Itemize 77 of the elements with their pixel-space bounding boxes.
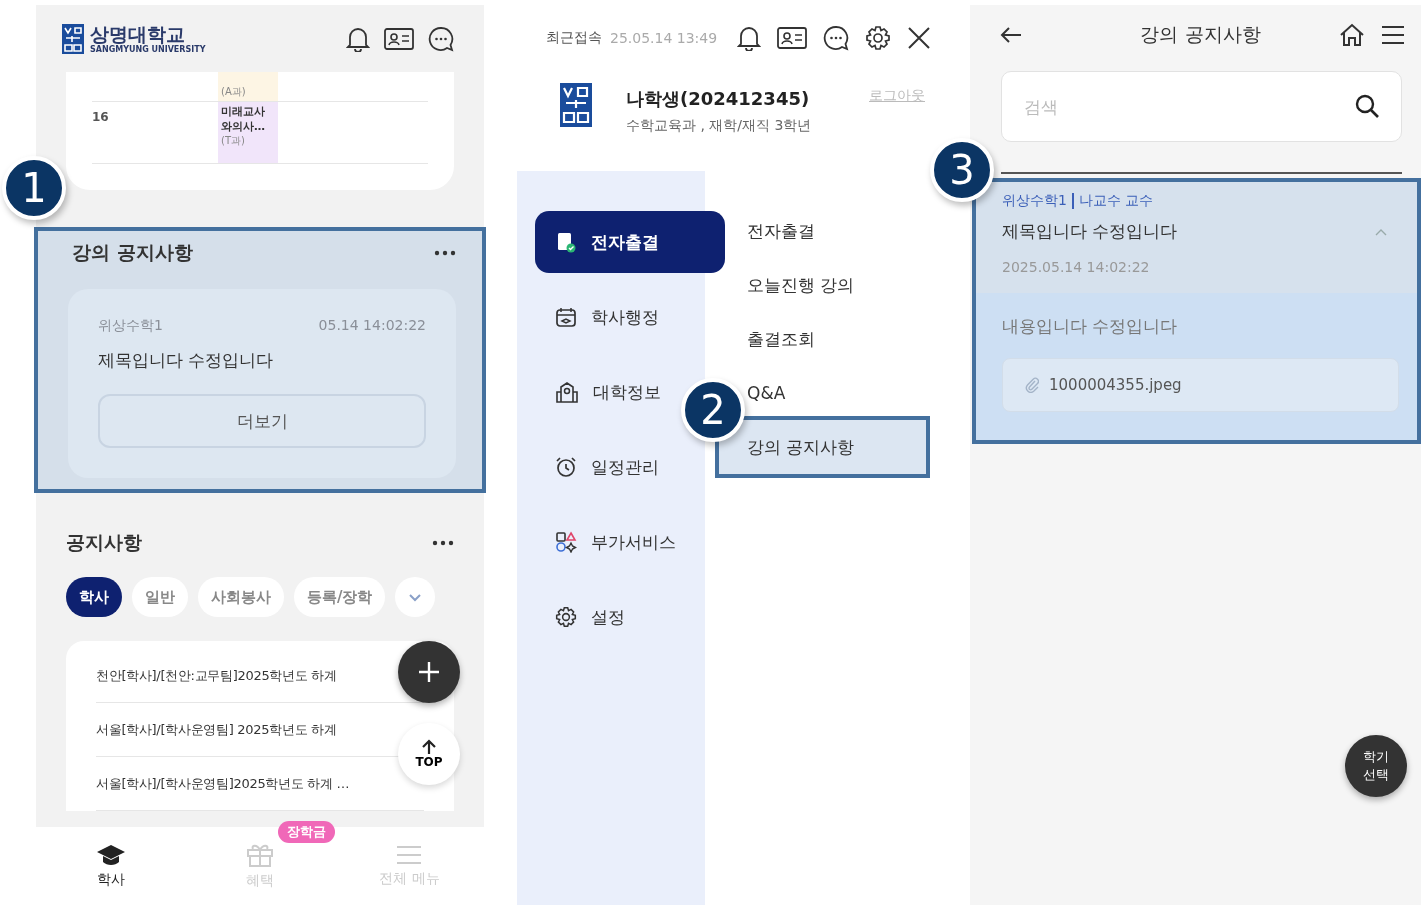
search-field[interactable]: 검색 [1001,71,1402,142]
professor-name: 나교수 교수 [1078,192,1154,210]
notice-title: 제목입니다 수정입니다 [1002,220,1178,243]
menu-icon [395,844,424,866]
add-button[interactable] [398,641,460,703]
submenu-item[interactable]: 출결조회 [747,312,815,366]
notice-body: 내용입니다 수정입니다 [1002,315,1179,338]
more-button[interactable]: 더보기 [98,394,426,448]
bell-icon[interactable] [346,25,370,52]
id-card-icon[interactable] [384,26,414,51]
category-chip[interactable]: 학사 [66,577,122,617]
back-arrow-icon[interactable] [1000,26,1022,44]
logo-title: 상명대학교 [90,22,185,45]
category-chip[interactable]: 등록/장학 [294,577,386,617]
notice-time: 05.14 14:02:22 [318,317,426,335]
arrow-up-icon [421,739,437,755]
menu-category[interactable]: 대학정보 [535,361,661,423]
id-card-icon[interactable] [777,26,807,50]
course-block[interactable]: 미래교사 와의사… (T과) [218,102,278,163]
menu-category[interactable]: 전자출결 [535,211,725,273]
alarm-clock-icon [555,456,577,478]
menu-category[interactable]: 부가서비스 [535,511,676,573]
shapes-icon [555,531,577,553]
category-chip[interactable]: 일반 [132,577,188,617]
menu-category[interactable]: 일정관리 [535,436,659,498]
screen-title: 강의 공지사항 [1139,22,1262,47]
more-icon[interactable] [434,250,456,256]
user-department: 수학교육과 , 재학/재직 3학년 [626,117,812,135]
settings-icon[interactable] [865,25,891,51]
semester-select-button[interactable]: 학기 선택 [1345,735,1407,797]
notice-item[interactable]: 위상수학1 나교수 교수 제목입니다 수정입니다 2025.05.14 14:02:22 내용입니다 수정입니다 1000004355.jpeg [972,178,1421,444]
calendar-icon [555,306,577,328]
course-room: (T과) [221,134,246,148]
university-logo-icon [560,83,592,127]
attachment-link[interactable]: 1000004355.jpeg [1002,358,1399,412]
notice-title[interactable]: 서울[학사]/[학사운영팀]2025학년도 하계 … [96,774,350,793]
submenu-item[interactable]: 전자출결 [747,204,815,258]
notice-subject: 제목입니다 수정입니다 [98,349,275,372]
last-login-time: 25.05.14 13:49 [610,30,718,46]
settings-icon [555,606,577,628]
category-chip[interactable]: 사회봉사 [198,577,284,617]
submenu-item[interactable]: 오늘진행 강의 [747,258,855,312]
plus-icon [417,660,441,684]
chevron-down-icon [408,592,423,602]
menu-category[interactable]: 설정 [535,586,625,648]
course-name: 미래교사 와의사… [221,104,266,134]
notice-card[interactable]: 위상수학1 05.14 14:02:22 제목입니다 수정입니다 더보기 [68,289,456,478]
logo-subtitle: SANGMYUNG UNIVERSITY [90,44,206,55]
user-name: 나학생(202412345) [626,87,811,111]
logo-icon [62,23,84,54]
menu-icon[interactable] [1381,25,1405,45]
menu-category[interactable]: 학사행정 [535,286,659,348]
scroll-top-button[interactable]: TOP [398,723,460,785]
course-name: 위상수학1 [1002,192,1067,210]
chat-icon[interactable] [428,25,454,52]
clipboard-check-icon [555,231,577,253]
period-number: 16 [92,110,109,124]
paperclip-icon [1025,377,1039,393]
notice-title[interactable]: 천안[학사]/[천안:교무팀]2025학년도 하계 [96,666,337,685]
search-icon[interactable] [1354,93,1380,119]
gift-icon [246,842,274,868]
badge: 장학금 [278,821,335,843]
close-icon[interactable] [907,26,931,50]
course-name: 위상수학1 [98,317,163,335]
course-name: (A과) [221,85,247,99]
graduation-cap-icon [95,843,126,867]
more-icon[interactable] [432,540,454,546]
building-icon [555,381,579,403]
home-icon[interactable] [1339,23,1365,47]
section-title: 공지사항 [66,530,142,555]
nav-tab[interactable]: 학사 [95,827,126,905]
chat-icon[interactable] [823,25,849,51]
last-login-label: 최근접속 [546,29,602,47]
notice-title[interactable]: 서울[학사]/[학사운영팀] 2025학년도 하계 [96,720,337,739]
notice-date: 2025.05.14 14:02:22 [1002,259,1151,275]
section-title: 강의 공지사항 [71,240,193,265]
bell-icon[interactable] [737,25,761,51]
